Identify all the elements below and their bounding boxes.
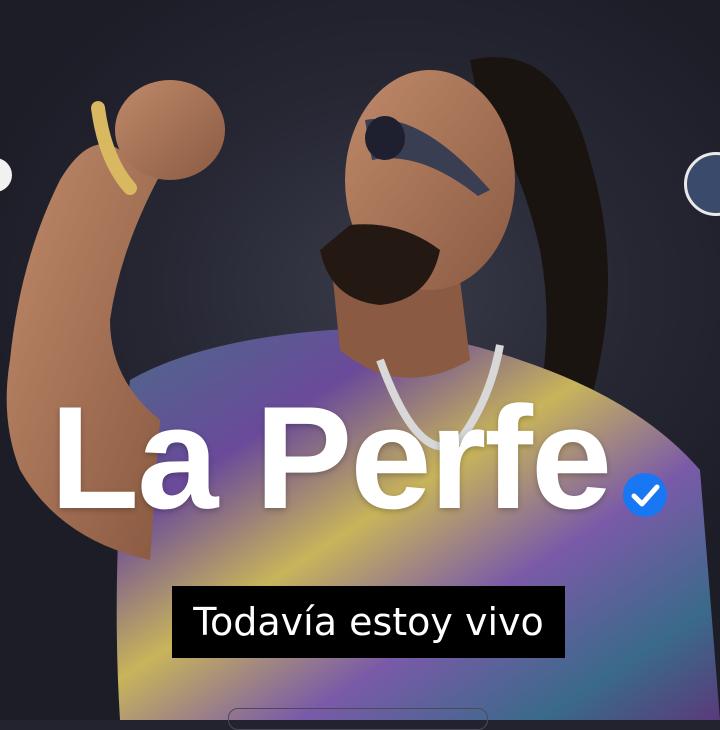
bottom-pill[interactable] — [228, 708, 488, 730]
artist-name: La Perfe — [50, 376, 612, 539]
verified-check-icon — [623, 473, 667, 517]
caption-subtitle: Todavía estoy vivo — [172, 586, 565, 658]
